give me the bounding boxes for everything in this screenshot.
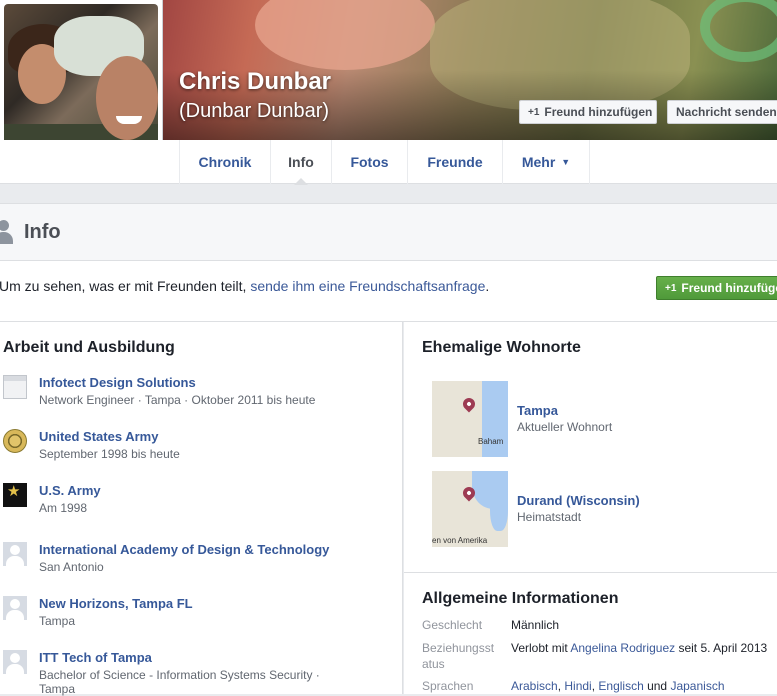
send-message-button[interactable]: Nachricht senden	[667, 100, 777, 124]
gender-label: Geschlecht	[422, 618, 483, 632]
map-label: Baham	[478, 437, 504, 446]
place-type: Aktueller Wohnort	[517, 420, 613, 434]
work-item-name[interactable]: United States Army	[39, 429, 158, 444]
place-name[interactable]: Tampa	[517, 403, 558, 418]
map-thumbnail[interactable]: Baham	[432, 381, 508, 457]
tab-mehr-label: Mehr	[521, 154, 556, 170]
language-link[interactable]: Japanisch	[670, 679, 724, 693]
add-friend-icon: +1	[665, 282, 677, 294]
person-icon	[0, 220, 14, 244]
places-title: Ehemalige Wohnorte	[422, 339, 581, 356]
map-label: en von Amerika	[432, 536, 488, 545]
tab-fotos[interactable]: Fotos	[331, 140, 407, 184]
education-item-name[interactable]: ITT Tech of Tampa	[39, 650, 152, 665]
gender-value: Männlich	[511, 618, 560, 632]
send-friend-request-link[interactable]: sende ihm eine Freundschaftsanfrage	[250, 278, 485, 294]
work-education-section: Arbeit und Ausbildung Infotect Design So…	[0, 322, 403, 696]
work-item-detail: September 1998 bis heute	[39, 447, 180, 461]
education-item-detail: Tampa	[39, 614, 76, 628]
relationship-label: Beziehungsst atus	[422, 641, 495, 671]
work-item-detail: Am 1998	[39, 501, 88, 515]
places-section: Ehemalige Wohnorte Baham Tampa Aktueller…	[404, 322, 777, 694]
language-link[interactable]: Arabisch	[511, 679, 558, 693]
tab-freunde[interactable]: Freunde	[407, 140, 502, 184]
place-item: en von Amerika Durand (Wisconsin) Heimat…	[432, 471, 772, 547]
add-friend-label: Freund hinzufügen	[544, 105, 653, 119]
info-title: Info	[24, 221, 61, 243]
friend-request-text: Um zu sehen, was er mit Freunden teilt, …	[0, 278, 490, 294]
place-item: Baham Tampa Aktueller Wohnort	[432, 381, 772, 457]
work-item-detail: Network Engineer · Tampa · Oktober 2011 …	[39, 393, 316, 407]
add-friend-green-label: Freund hinzufügen	[681, 281, 777, 295]
add-friend-green-button[interactable]: +1 Freund hinzufügen	[656, 276, 777, 300]
army-star-icon[interactable]: ★	[3, 483, 27, 507]
school-person-icon[interactable]	[3, 596, 27, 620]
place-name[interactable]: Durand (Wisconsin)	[517, 493, 640, 508]
section-divider	[404, 572, 777, 573]
army-seal-icon[interactable]	[3, 429, 27, 453]
add-friend-button[interactable]: +1 Freund hinzufügen	[519, 100, 657, 124]
work-education-title: Arbeit und Ausbildung	[3, 339, 175, 356]
education-item-detail: Bachelor of Science - Information System…	[39, 668, 320, 682]
add-friend-icon: +1	[528, 106, 540, 118]
partner-link[interactable]: Angelina Rodriguez	[570, 641, 675, 655]
languages-value: Arabisch, Hindi, Englisch und Japanisch	[511, 679, 725, 693]
work-item-name[interactable]: U.S. Army	[39, 483, 101, 498]
place-type: Heimatstadt	[517, 510, 582, 524]
relationship-value: Verlobt mit Angelina Rodriguez seit 5. A…	[511, 641, 768, 655]
work-item-name[interactable]: Infotect Design Solutions	[39, 375, 196, 390]
map-thumbnail[interactable]: en von Amerika	[432, 471, 508, 547]
language-link[interactable]: Englisch	[598, 679, 643, 693]
education-item-name[interactable]: International Academy of Design & Techno…	[39, 542, 329, 557]
info-section-header: Info	[0, 203, 777, 261]
school-person-icon[interactable]	[3, 542, 27, 566]
education-item-detail: San Antonio	[39, 560, 104, 574]
school-person-icon[interactable]	[3, 650, 27, 674]
send-message-label: Nachricht senden	[676, 105, 777, 119]
languages-label: Sprachen	[422, 679, 474, 693]
company-page-icon[interactable]	[3, 375, 27, 399]
education-item-name[interactable]: New Horizons, Tampa FL	[39, 596, 193, 611]
profile-alt-name: (Dunbar Dunbar)	[179, 100, 330, 122]
language-link[interactable]: Hindi	[564, 679, 591, 693]
tab-mehr[interactable]: Mehr ▼	[502, 140, 590, 184]
tab-chronik[interactable]: Chronik	[179, 140, 270, 184]
tab-info[interactable]: Info	[270, 140, 331, 185]
profile-name[interactable]: Chris Dunbar	[179, 68, 331, 96]
general-info-title: Allgemeine Informationen	[422, 590, 619, 607]
chevron-down-icon: ▼	[561, 157, 571, 167]
